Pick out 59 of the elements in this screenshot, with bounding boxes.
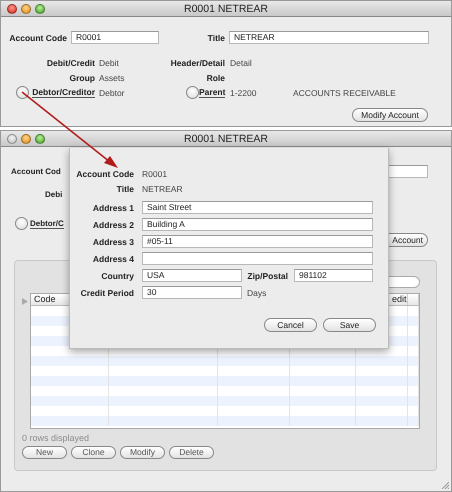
field-label: Country	[101, 270, 134, 280]
field-value: R0001	[142, 168, 168, 178]
field-label: Account Cod	[11, 167, 61, 176]
action-button[interactable]: New	[22, 446, 67, 459]
dialog-button[interactable]: Save	[323, 318, 376, 332]
field-value: 1-2200	[230, 88, 256, 98]
field-label: Address 1	[92, 202, 134, 212]
field-value: Debit	[99, 58, 119, 68]
zip-field[interactable]: 981102	[294, 269, 373, 282]
unit-label: Days	[247, 288, 266, 298]
field-value: Debtor	[99, 88, 125, 98]
window-title: R0001 NETREAR	[184, 132, 268, 144]
resize-grip-icon[interactable]	[441, 481, 449, 489]
lookup-link[interactable]: Debtor/C	[30, 218, 64, 228]
lookup-button[interactable]	[16, 86, 29, 99]
address-field[interactable]: Saint Street	[142, 201, 373, 214]
action-button[interactable]: Delete	[169, 446, 214, 459]
address-field[interactable]	[142, 252, 373, 265]
field-label: Address 3	[92, 236, 134, 246]
window-title: R0001 NETREAR	[184, 2, 268, 14]
field-label: Address 2	[92, 220, 134, 230]
field-label: Debi	[45, 190, 62, 199]
column-header[interactable]: edit	[392, 294, 406, 304]
lookup-link[interactable]: Parent	[199, 87, 226, 98]
field-label: Title	[116, 184, 134, 194]
minimize-button[interactable]	[21, 134, 31, 144]
field-value: NETREAR	[142, 184, 183, 194]
field-label: Credit Period	[80, 288, 134, 298]
dialog-button[interactable]: Cancel	[264, 318, 317, 332]
field-label: Account Code	[76, 168, 134, 178]
field-label: Zip/Postal	[247, 270, 288, 280]
address-field[interactable]: Building A	[142, 218, 373, 231]
column-header[interactable]: Code	[34, 294, 56, 304]
address-field[interactable]: #05-11	[142, 235, 373, 248]
field-value: Assets	[99, 72, 125, 82]
lookup-link[interactable]: Debtor/Creditor	[32, 87, 95, 98]
minimize-button[interactable]	[21, 4, 31, 14]
field-label: Debit/Credit	[46, 58, 95, 68]
country-field[interactable]: USA	[142, 269, 242, 282]
modify-account-button[interactable]: Modify Account	[352, 108, 428, 122]
field-value: ACCOUNTS RECEIVABLE	[293, 88, 396, 98]
field-label: Title	[208, 32, 225, 42]
field-value: Detail	[230, 58, 252, 68]
action-button[interactable]: Modify	[120, 446, 165, 459]
credit-period-field[interactable]: 30	[142, 286, 242, 299]
row-count-text: 0 rows displayed	[22, 432, 90, 444]
lookup-button[interactable]	[186, 86, 199, 99]
zoom-button[interactable]	[35, 4, 45, 14]
title-field[interactable]: NETREAR	[229, 31, 429, 44]
field-label: Header/Detail	[170, 58, 225, 68]
lookup-button[interactable]	[15, 217, 28, 230]
account-code-field[interactable]: R0001	[71, 31, 159, 44]
action-button[interactable]: Clone	[71, 446, 116, 459]
field-label: Account Code	[9, 32, 67, 42]
field-label: Address 4	[92, 254, 134, 264]
field-label: Role	[206, 72, 225, 82]
field-label: Group	[70, 72, 95, 82]
close-button[interactable]	[7, 4, 17, 14]
zoom-button[interactable]	[35, 134, 45, 144]
